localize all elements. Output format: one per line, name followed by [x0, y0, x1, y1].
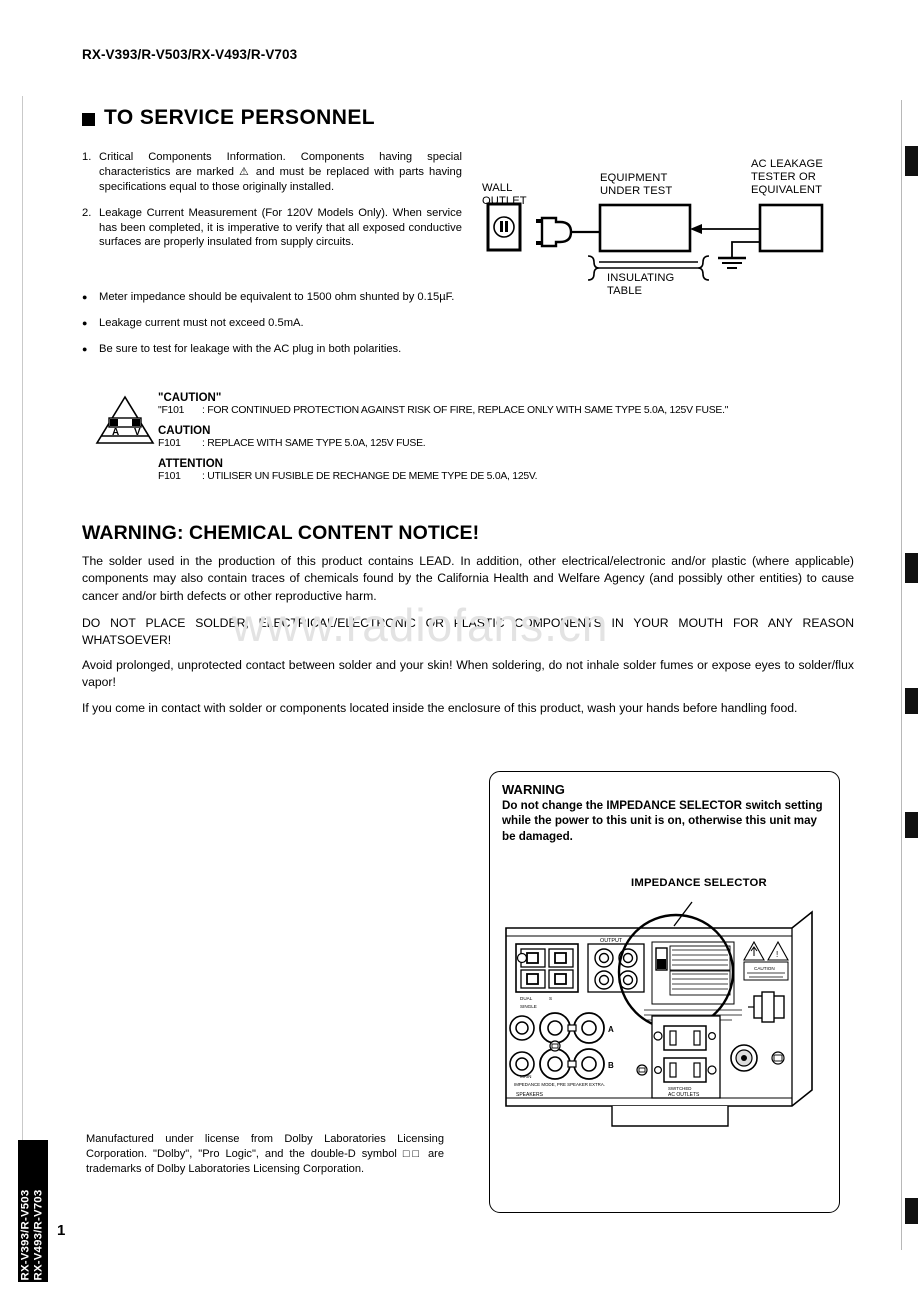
speaker-b-label: B [608, 1061, 614, 1070]
wall-outlet-face [493, 216, 515, 238]
arrow-head [690, 224, 702, 234]
caution-heading: ATTENTION [158, 458, 223, 470]
dolby-notice: Manufactured under license from Dolby La… [86, 1133, 444, 1176]
screw-icon [707, 1065, 717, 1075]
bullet-icon: ● [82, 292, 88, 302]
caution-row: F101 : REPLACE WITH SAME TYPE 5.0A, 125V … [158, 438, 858, 449]
bullet-icon: ● [82, 317, 88, 328]
chemical-warning-paragraph: Avoid prolonged, unprotected contact bet… [82, 658, 854, 690]
list-item: ● Meter impedance should be equivalent t… [82, 290, 467, 305]
diagram-label-equipment: EQUIPMENT UNDER TEST [600, 172, 673, 198]
square-bullet-icon [82, 112, 95, 126]
svg-text:MAIN: MAIN [520, 1074, 531, 1079]
chemical-warning-paragraph: The solder used in the production of thi… [82, 554, 854, 603]
list-item: 1. Critical Components Information. Comp… [82, 150, 462, 195]
screw-icon [708, 1032, 717, 1041]
list-item-number: 2. [82, 206, 92, 219]
caution-row-text: : REPLACE WITH SAME TYPE 5.0A, 125V FUSE… [202, 438, 426, 449]
list-item-text: Be sure to test for leakage with the AC … [99, 342, 402, 355]
page-title: TO SERVICE PERSONNEL [82, 106, 375, 130]
equipment-under-test-box [598, 203, 692, 253]
manual-page: RX-V393/R-V503/RX-V493/R-V703 TO SERVICE… [0, 0, 920, 1302]
list-item-number: 1. [82, 151, 92, 163]
screw-icon [653, 1031, 663, 1041]
impedance-warning-title: WARNING [502, 782, 565, 797]
fuse-caution-text: "CAUTION" "F101 : FOR CONTINUED PROTECTIO… [158, 392, 858, 491]
fuse-warning-symbol: A V [95, 394, 157, 446]
page-header-models: RX-V393/R-V503/RX-V493/R-V703 [82, 47, 298, 62]
svg-text:SWITCHED: SWITCHED [668, 1086, 691, 1091]
service-notes-list: 1. Critical Components Information. Comp… [82, 150, 462, 261]
edge-tick [905, 812, 918, 838]
svg-text:IMPEDANCE MODE, PRE SPEAKER EX: IMPEDANCE MODE, PRE SPEAKER EXTRA. [514, 1082, 605, 1087]
service-bullets-list: ● Meter impedance should be equivalent t… [82, 290, 467, 368]
screw-icon [771, 1051, 785, 1065]
svg-text:!: ! [776, 950, 778, 959]
diagram-label-tester: AC LEAKAGE TESTER OR EQUIVALENT [751, 158, 823, 197]
diagram-label-insulating-table: INSULATING TABLE [607, 272, 675, 298]
caution-heading: "CAUTION" [158, 392, 222, 404]
side-tab-line-2: RX-V493/R-V703 [33, 1189, 45, 1281]
list-item: ● Leakage current must not exceed 0.5mA. [82, 316, 467, 331]
bullet-icon: ● [82, 343, 88, 354]
screw-icon [636, 1064, 648, 1076]
page-title-label: TO SERVICE PERSONNEL [104, 106, 375, 129]
edge-tick [905, 688, 918, 714]
caution-row-text: : UTILISER UN FUSIBLE DE RECHANGE DE MEM… [202, 471, 538, 482]
svg-text:S: S [549, 996, 552, 1001]
list-item-text: Leakage Current Measurement (For 120V Mo… [99, 206, 462, 249]
impedance-warning-box: WARNING Do not change the IMPEDANCE SELE… [489, 771, 840, 1213]
caution-label-text: CAUTION [754, 966, 775, 971]
chemical-warning-paragraph: DO NOT PLACE SOLDER, ELECTRICAL/ELECTRON… [82, 616, 854, 648]
speakers-group-label: SPEAKERS [516, 1092, 544, 1098]
ac-plug-icon [540, 216, 573, 248]
edge-tick [905, 1198, 918, 1224]
list-item-text: Leakage current must not exceed 0.5mA. [99, 316, 304, 329]
screw-icon [654, 1066, 663, 1075]
ac-outlets-label: AC OUTLETS [668, 1092, 700, 1098]
fuse-code: F101 [158, 471, 181, 482]
side-tab-text: RX-V393/R-V503 RX-V493/R-V703 [19, 1138, 47, 1281]
list-item-text: Critical Components Information. Compone… [99, 151, 462, 193]
chemical-warning-paragraph: If you come in contact with solder or co… [82, 701, 798, 715]
screw-icon [516, 952, 528, 964]
chassis-foot [611, 1106, 729, 1127]
leakage-test-diagram: WALL OUTLET EQUIPMENT UNDER TEST AC LEAK… [470, 158, 910, 320]
ac-leakage-tester-box [758, 203, 824, 253]
caution-row-text: : FOR CONTINUED PROTECTION AGAINST RISK … [202, 405, 729, 416]
side-tab: RX-V393/R-V503 RX-V493/R-V703 [18, 1140, 48, 1282]
symbol-letter-a: A [112, 427, 119, 438]
side-tab-line-1: RX-V393/R-V503 [19, 1189, 32, 1281]
fuse-code: "F101 [158, 405, 185, 416]
page-number: 1 [57, 1222, 66, 1239]
rear-panel-illustration: DUAL S SINGLE OUTPUT ! CAUTION A B IMPED… [505, 901, 813, 1127]
impedance-warning-text: Do not change the IMPEDANCE SELECTOR swi… [502, 799, 823, 843]
fuse-code: F101 [158, 438, 181, 449]
output-group-label: OUTPUT [600, 938, 623, 944]
caution-row: F101 : UTILISER UN FUSIBLE DE RECHANGE DE… [158, 471, 858, 482]
caution-row: "F101 : FOR CONTINUED PROTECTION AGAINST … [158, 405, 858, 416]
caution-heading: CAUTION [158, 425, 211, 437]
screw-icon [549, 1040, 561, 1052]
symbol-letter-v: V [134, 427, 141, 438]
list-item: ● Be sure to test for leakage with the A… [82, 342, 467, 357]
svg-text:SINGLE: SINGLE [520, 1004, 537, 1009]
scan-line-left [22, 96, 23, 1256]
diagram-label-wall-outlet: WALL OUTLET [482, 182, 527, 208]
speaker-a-label: A [608, 1025, 614, 1034]
svg-text:DUAL: DUAL [520, 996, 533, 1001]
leakage-diagram-svg [486, 202, 824, 281]
list-item: 2. Leakage Current Measurement (For 120V… [82, 206, 462, 251]
impedance-selector-callout: IMPEDANCE SELECTOR [631, 877, 767, 889]
edge-tick [905, 553, 918, 583]
chemical-warning-title: WARNING: CHEMICAL CONTENT NOTICE! [82, 522, 480, 544]
list-item-text: Meter impedance should be equivalent to … [99, 291, 455, 303]
